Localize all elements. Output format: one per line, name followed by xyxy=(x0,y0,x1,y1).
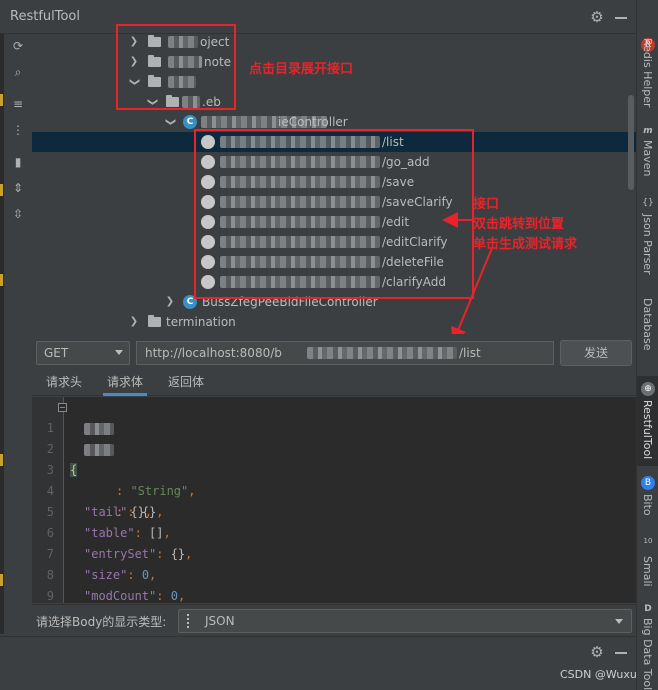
annotation-box-endpoints xyxy=(194,129,474,299)
right-tab-database[interactable]: Database xyxy=(637,296,658,368)
settings-sliders-icon[interactable]: ⋮ xyxy=(10,122,26,138)
right-tab-label: Bito xyxy=(641,494,654,516)
edge-marker xyxy=(0,454,3,466)
url-suffix: /list xyxy=(459,346,481,360)
expand-all-icon[interactable]: ⇕ xyxy=(10,180,26,196)
method-value: GET xyxy=(44,346,69,360)
folder-icon xyxy=(148,315,161,327)
right-tab-label: RestfulTool xyxy=(641,400,654,460)
url-prefix: http://localhost:8080/b xyxy=(145,346,282,360)
code-line: 2 : "String", xyxy=(32,418,628,498)
body-type-value: JSON xyxy=(205,614,235,628)
right-tab-redis-helper[interactable]: R Redis Helper xyxy=(637,30,658,120)
right-tab-json-parser[interactable]: {} Json Parser xyxy=(637,196,658,288)
code-line: 4 "tail": {}, xyxy=(32,460,628,519)
tab-headers[interactable]: 请求头 xyxy=(42,372,86,396)
send-button[interactable]: 发送 xyxy=(560,340,632,366)
annotation-box-folders xyxy=(116,24,236,110)
chart-bars-icon[interactable]: ▮ xyxy=(10,154,26,170)
minimize-icon[interactable] xyxy=(612,643,630,661)
collapse-all-icon[interactable]: ⇳ xyxy=(10,206,26,222)
gear-icon[interactable]: ⚙ xyxy=(588,8,606,26)
braces-icon: {} xyxy=(642,198,654,208)
big-data-icon: D xyxy=(644,604,652,614)
code-line: 5 "table": [], xyxy=(32,481,628,540)
request-tabs: 请求头 请求体 返回体 xyxy=(32,372,636,396)
redacted-text xyxy=(84,444,114,456)
url-input[interactable]: http://localhost:8080/b /list xyxy=(136,341,554,365)
method-select[interactable]: GET xyxy=(36,341,130,365)
chevron-down-icon xyxy=(115,350,123,355)
annotation-arrows xyxy=(442,212,493,344)
bito-icon: B xyxy=(641,476,655,490)
edge-marker xyxy=(0,574,3,586)
right-tab-label: Big Data Tool xyxy=(641,618,654,690)
request-bar: GET http://localhost:8080/b /list 发送 xyxy=(32,334,636,372)
right-tab-label: Redis Helper xyxy=(641,38,654,108)
right-tab-label: Database xyxy=(641,298,654,351)
tab-body[interactable]: 请求体 xyxy=(103,372,148,396)
minimize-icon[interactable] xyxy=(612,8,630,26)
redacted-text xyxy=(307,347,457,359)
binary-icon: 10 xyxy=(643,537,653,545)
chevron-right-icon[interactable]: ❯ xyxy=(164,292,176,312)
right-tab-restfultool[interactable]: ⊕ RestfulTool xyxy=(637,376,658,466)
edge-marker xyxy=(0,94,3,106)
redacted-text xyxy=(84,423,114,435)
tree-item-termination[interactable]: ❯ termination xyxy=(32,312,636,332)
chevron-right-icon[interactable]: ❯ xyxy=(128,312,140,332)
code-line: 7 "size": 0, xyxy=(32,523,628,582)
request-body-editor[interactable]: 1 { 2 : "String", 3 : {}, 4 "tail": {}, … xyxy=(32,397,628,603)
fold-icon[interactable] xyxy=(58,403,67,412)
annotation-expand-hint: 点击目录展开接口 xyxy=(249,62,354,77)
edge-marker xyxy=(0,274,3,286)
tree-item-label: termination xyxy=(166,315,236,329)
bottom-panel-header: ⚙ CSDN @Wuxull xyxy=(0,636,643,690)
filter-icon[interactable]: ≡ xyxy=(10,96,26,112)
search-icon[interactable]: ⌕ xyxy=(10,64,26,80)
watermark: CSDN @Wuxull xyxy=(560,668,643,681)
refresh-icon[interactable]: ⟳ xyxy=(10,38,26,54)
tree-scrollbar[interactable] xyxy=(628,95,634,190)
body-type-row: 请选择Body的显示类型: JSON xyxy=(32,604,636,636)
tool-window-title: RestfulTool xyxy=(10,9,80,24)
editor-scrollbar[interactable] xyxy=(627,397,636,603)
right-tab-bito[interactable]: B Bito xyxy=(637,472,658,528)
right-tab-label: Smali xyxy=(641,556,654,587)
body-type-label: 请选择Body的显示类型: xyxy=(36,615,167,629)
edge-marker xyxy=(0,184,3,196)
right-tab-big-data-tool[interactable]: D Big Data Tool xyxy=(637,600,658,690)
tab-response[interactable]: 返回体 xyxy=(164,372,208,396)
globe-icon: ⊕ xyxy=(641,382,655,396)
right-tab-label: Maven xyxy=(641,140,654,177)
code-line: 10 "keySet": [], xyxy=(32,586,628,603)
code-line: 1 { xyxy=(32,397,628,477)
code-line: 6 "entrySet": {}, xyxy=(32,502,628,561)
gear-icon[interactable]: ⚙ xyxy=(588,643,606,661)
chevron-down-icon xyxy=(615,619,623,624)
body-type-select[interactable]: JSON xyxy=(178,609,632,633)
grip-icon xyxy=(187,614,199,628)
tool-window-header: RestfulTool ⚙ xyxy=(0,0,636,34)
code-line: 3 : {}, xyxy=(32,439,628,519)
code-line: 8 "modCount": 0, xyxy=(32,544,628,603)
right-tab-label: Json Parser xyxy=(641,214,654,275)
right-tool-strip: R Redis Helper m Maven {} Json Parser Da… xyxy=(636,0,658,690)
class-icon: C xyxy=(183,115,197,129)
right-tab-maven[interactable]: m Maven xyxy=(637,122,658,182)
right-tab-smali[interactable]: 10 Smali xyxy=(637,534,658,596)
code-line: 9 "threshold": 0, xyxy=(32,565,628,603)
maven-icon: m xyxy=(643,126,653,136)
arrow-to-url xyxy=(451,247,493,344)
tree-toolbar: ⟳ ⌕ ≡ ⋮ ▮ ⇕ ⇳ xyxy=(4,34,32,334)
chevron-down-icon[interactable]: ❯ xyxy=(160,116,180,128)
